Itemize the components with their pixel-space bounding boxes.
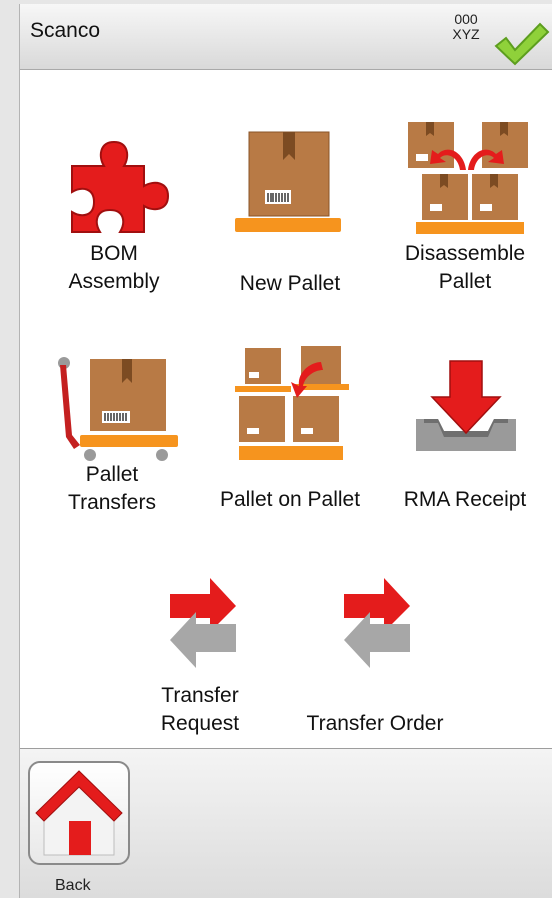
code-line-1: 000: [454, 11, 478, 27]
pallet-jack-icon: [58, 357, 178, 461]
inbox-download-icon: [416, 360, 516, 451]
split-pallet-icon: [408, 122, 528, 234]
pallet-transfers-tile[interactable]: Pallet Transfers: [48, 349, 198, 514]
pallet-on-pallet-label: Pallet on Pallet: [219, 488, 361, 511]
back-label: Back: [55, 877, 91, 894]
transfer-arrows-icon: [170, 578, 236, 668]
app-title: Scanco: [30, 19, 101, 42]
new-pallet-label: New Pallet: [239, 272, 341, 295]
puzzle-piece-icon: [71, 140, 170, 233]
footer-bar: Back: [20, 748, 552, 898]
bom-assembly-label: BOM Assembly: [68, 242, 160, 293]
back-button[interactable]: [28, 761, 130, 865]
box-on-pallet-icon: [235, 131, 341, 232]
code-line-2: XYZ: [452, 26, 480, 42]
transfer-arrows-icon: [344, 578, 410, 668]
home-icon: [35, 770, 123, 856]
disassemble-pallet-tile[interactable]: Disassemble Pallet: [390, 112, 540, 302]
rma-receipt-tile[interactable]: RMA Receipt: [390, 349, 540, 514]
transfer-order-label: Transfer Order: [306, 712, 444, 735]
checkmark-icon[interactable]: [492, 20, 550, 68]
pallet-on-pallet-tile[interactable]: Pallet on Pallet: [205, 334, 375, 514]
new-pallet-tile[interactable]: New Pallet: [215, 112, 365, 302]
transfer-request-label: Transfer Request: [160, 684, 240, 735]
disassemble-pallet-label: Disassemble Pallet: [404, 242, 526, 293]
bom-assembly-tile[interactable]: BOM Assembly: [48, 112, 180, 302]
app-window: Scanco 000 XYZ BOM Assembly New Pallet D…: [19, 4, 552, 898]
transfer-order-tile[interactable]: Transfer Order: [290, 572, 460, 740]
warehouse-code: 000 XYZ: [436, 12, 496, 42]
transfer-request-tile[interactable]: Transfer Request: [130, 572, 270, 740]
pallet-transfers-label: Pallet Transfers: [68, 463, 156, 514]
title-bar: Scanco 000 XYZ: [20, 4, 552, 70]
rma-receipt-label: RMA Receipt: [403, 488, 527, 511]
stacked-pallets-icon: [235, 346, 349, 460]
